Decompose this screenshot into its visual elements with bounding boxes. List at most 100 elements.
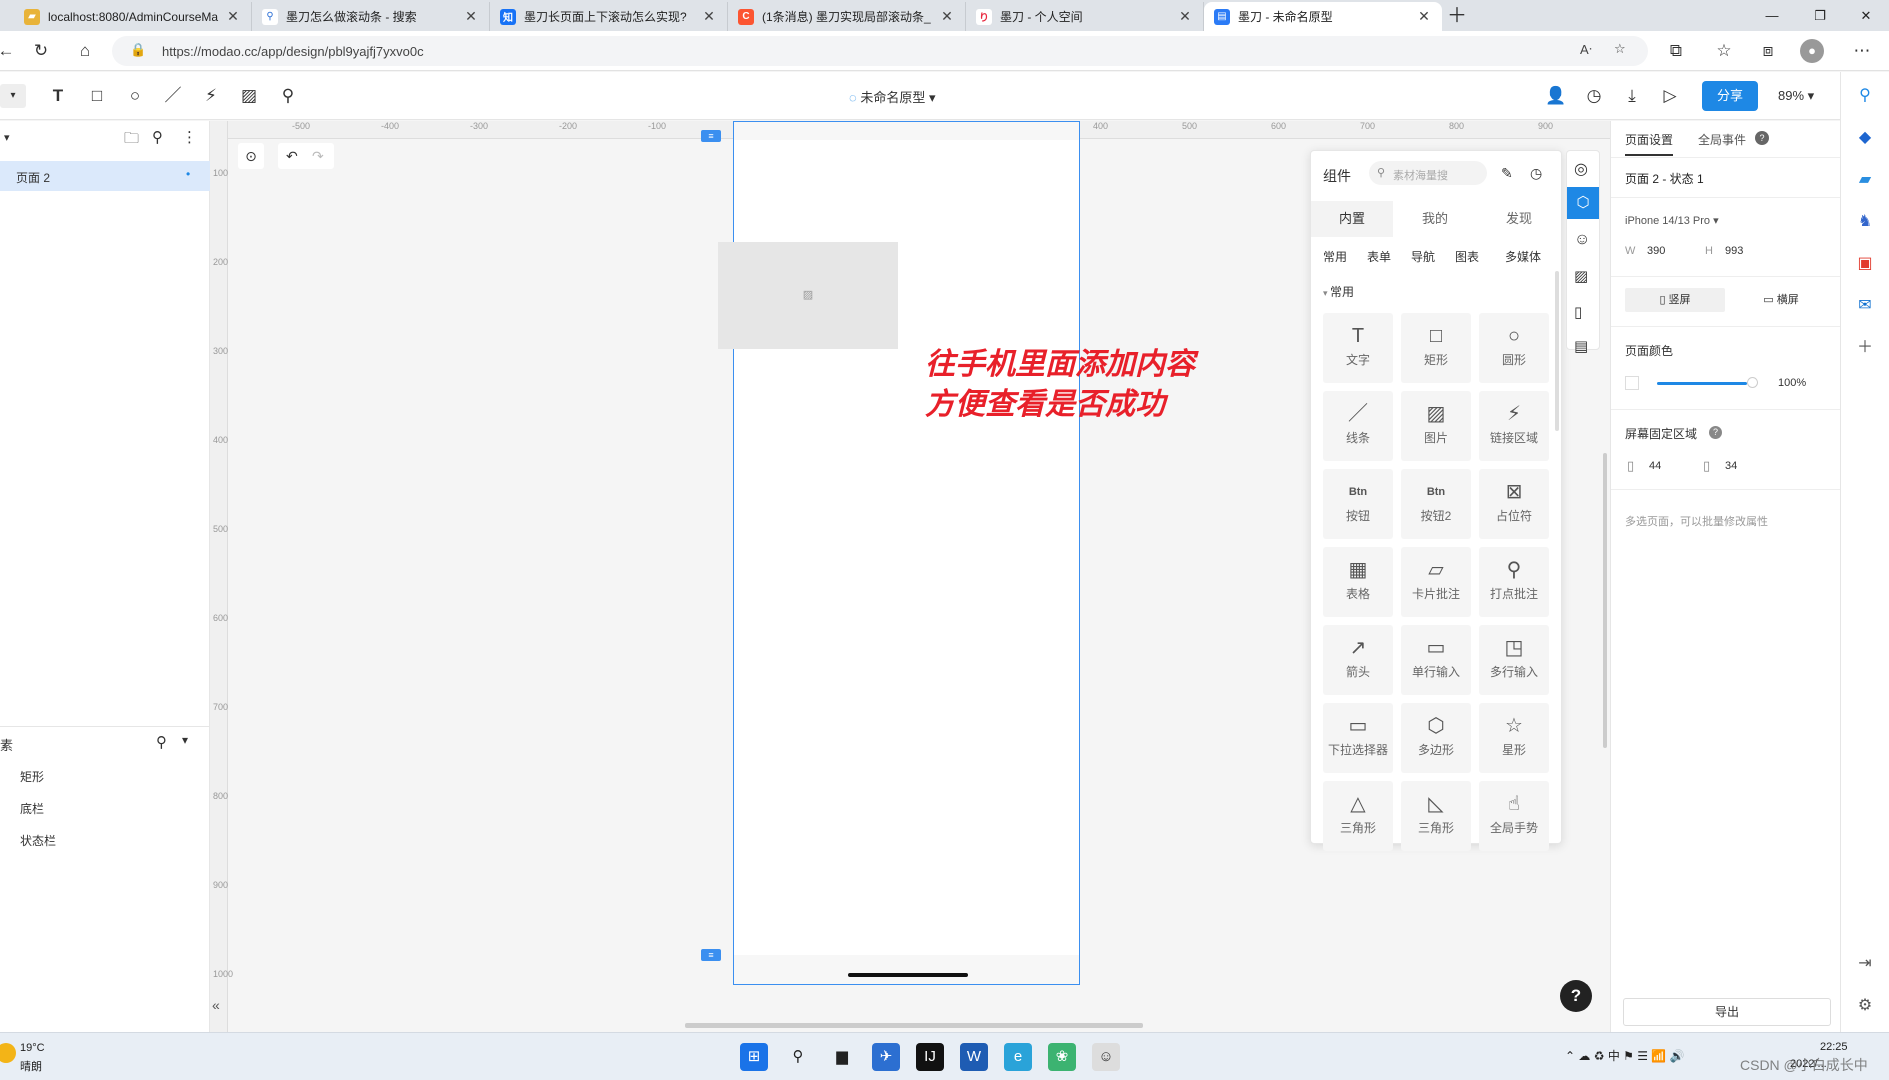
browser-tab[interactable]: C (1条消息) 墨刀实现局部滚动条_ ✕ [728,2,966,31]
canvas-scrollbar[interactable] [1603,453,1607,748]
component-item[interactable]: Btn 按钮2 [1401,469,1471,539]
component-item[interactable]: ▦ 表格 [1323,547,1393,617]
history-icon[interactable]: ◷ [1530,165,1542,182]
component-item[interactable]: ⬡ 多边形 [1401,703,1471,773]
help-button[interactable]: ? [1560,980,1592,1012]
component-search-input[interactable]: ⚲ 素材海量搜 [1369,161,1487,185]
component-item[interactable]: ◳ 多行输入 [1479,625,1549,695]
tab-discover[interactable]: 发现 [1477,201,1561,237]
chevron-down-icon[interactable]: ▾ [182,733,188,747]
component-item[interactable]: ▭ 下拉选择器 [1323,703,1393,773]
download-icon[interactable]: ⤓ [1620,84,1644,108]
history-icon[interactable]: ◷ [1582,84,1606,108]
tag-icon[interactable]: ◆ [1853,126,1877,150]
favorites-icon[interactable]: ☆ [1712,39,1736,63]
fixed-bottom-field[interactable]: 34 [1725,460,1737,472]
component-item[interactable]: ▱ 卡片批注 [1401,547,1471,617]
placeholder-rectangle[interactable]: ▨ [718,242,898,349]
page-item[interactable]: 页面 2 • [0,161,210,191]
search-icon[interactable]: ⚲ [1853,84,1877,108]
home-icon[interactable]: ⌂ [73,39,97,63]
paw-app-icon[interactable]: ❀ [1048,1043,1076,1071]
word-icon[interactable]: W [960,1043,988,1071]
tab-builtin[interactable]: 内置 [1311,201,1393,237]
back-icon[interactable]: ← [0,39,18,63]
close-icon[interactable]: ✕ [939,8,955,25]
search-icon[interactable]: ⚲ [784,1043,812,1071]
tray-icons[interactable]: ⌃ ☁ ♻ 中 ⚑ ☰ 📶 🔊 [1565,1047,1685,1064]
toolbox-icon[interactable]: ▰ [1853,168,1877,192]
width-field[interactable]: 390 [1647,245,1665,257]
component-item[interactable]: ▨ 图片 [1401,391,1471,461]
category-nav[interactable]: 导航 [1411,248,1435,265]
component-item[interactable]: ▭ 单行输入 [1401,625,1471,695]
layer-item[interactable]: 底栏 [20,800,44,817]
url-field[interactable]: 🔒 https://modao.cc/app/design/pbl9yajfj7… [112,36,1648,66]
link-area-tool-icon[interactable]: ⚡ [199,84,223,108]
fixed-marker-top[interactable]: ≡ [701,130,721,142]
tab-page-settings[interactable]: 页面设置 [1625,131,1674,156]
portrait-button[interactable]: ▯ 竖屏 [1625,288,1725,312]
refresh-icon[interactable]: ↻ [29,39,53,63]
search-icon[interactable]: ⚲ [156,733,167,751]
component-item[interactable]: ☝ 全局手势 [1479,781,1549,851]
restore-button[interactable]: ❐ [1796,0,1844,31]
project-name[interactable]: ◌ 未命名原型 ▾ [849,87,936,106]
canvas-hscrollbar[interactable] [685,1023,1143,1028]
games-icon[interactable]: ♞ [1853,210,1877,234]
component-item[interactable]: ◺ 三角形 [1401,781,1471,851]
search-icon[interactable]: ⚲ [152,128,163,146]
avatar[interactable]: ● [1800,39,1824,63]
weather-icon[interactable] [0,1043,16,1063]
redo-icon[interactable]: ↷ [312,148,324,165]
new-tab-button[interactable]: ＋ [1442,2,1472,31]
section-common[interactable]: ▾ 常用 [1323,283,1354,300]
scrollbar[interactable] [1555,271,1559,431]
line-tool-icon[interactable]: ／ [161,84,185,108]
add-user-icon[interactable]: 👤 [1544,84,1568,108]
component-item[interactable]: Btn 按钮 [1323,469,1393,539]
app-icon[interactable]: ✈ [872,1043,900,1071]
layer-item[interactable]: 状态栏 [20,832,56,849]
outlook-icon[interactable]: ✉ [1853,294,1877,318]
window-close-button[interactable]: ✕ [1842,0,1889,31]
close-icon[interactable]: ✕ [463,8,479,25]
component-item[interactable]: □ 矩形 [1401,313,1471,383]
layer-item[interactable]: 矩形 [20,768,44,785]
more-icon[interactable]: ⋮ [182,128,197,146]
panel-icon[interactable]: ⇥ [1853,952,1877,976]
text-tool-icon[interactable]: T [46,84,70,108]
component-item[interactable]: T 文字 [1323,313,1393,383]
target-icon[interactable]: ◎ [1574,159,1588,179]
category-common[interactable]: 常用 [1323,248,1347,265]
component-item[interactable]: ↗ 箭头 [1323,625,1393,695]
windows-start-icon[interactable]: ⊞ [740,1043,768,1071]
height-field[interactable]: 993 [1725,245,1743,257]
brush-icon[interactable]: ✎ [1501,165,1513,182]
component-item[interactable]: ⚲ 打点批注 [1479,547,1549,617]
emoji-icon[interactable]: ☺ [1574,231,1590,249]
category-chart[interactable]: 图表 [1455,248,1479,265]
component-item[interactable]: △ 三角形 [1323,781,1393,851]
browser-tab[interactable]: 知墨刀长页面上下滚动怎么实现? ✕ [490,2,728,31]
close-icon[interactable]: ✕ [1177,8,1193,25]
select-dropdown-icon[interactable]: ▾ [0,84,26,108]
browser-tab[interactable]: ▰ localhost:8080/AdminCourseMa ✕ [14,2,252,31]
browser-tab-active[interactable]: ▤ 墨刀 - 未命名原型 ✕ [1204,2,1442,31]
landscape-button[interactable]: ▭ 横屏 [1731,288,1831,312]
tab-global-events[interactable]: 全局事件 [1698,131,1746,148]
fixed-marker-bottom[interactable]: ≡ [701,949,721,961]
target-icon[interactable]: ⊙ [238,143,264,169]
add-icon[interactable]: ＋ [1853,336,1877,360]
close-icon[interactable]: ✕ [225,8,241,25]
opacity-value[interactable]: 100% [1778,377,1806,389]
component-item[interactable]: ／ 线条 [1323,391,1393,461]
component-icon[interactable]: ⬡ [1567,187,1599,219]
task-view-icon[interactable]: ▆ [828,1043,856,1071]
office-icon[interactable]: ▣ [1853,252,1877,276]
minimize-button[interactable]: — [1748,0,1796,31]
avatar-app-icon[interactable]: ☺ [1092,1043,1120,1071]
fixed-top-field[interactable]: 44 [1649,460,1661,472]
help-icon[interactable]: ? [1709,426,1722,439]
read-aloud-icon[interactable]: Aᐧ [1580,42,1592,58]
